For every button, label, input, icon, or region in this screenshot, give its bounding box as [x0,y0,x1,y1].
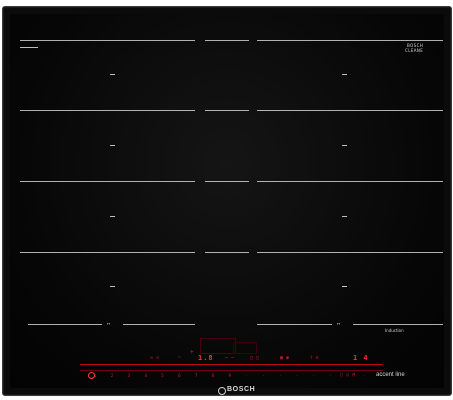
zone-3-left[interactable] [110,216,115,217]
zone-line [205,252,249,253]
control-icon[interactable]: ⌒ [178,355,181,361]
control-icon[interactable]: ─ ─ [225,355,234,361]
flex-zone-icon: ↔ [107,321,111,326]
bosch-logo-icon [218,387,226,395]
control-icon[interactable]: ⌇ ≡ [310,355,318,361]
display-frame [200,338,236,354]
power-icon[interactable] [88,372,95,379]
center-readout: 1.8 [198,354,214,362]
zone-1-left[interactable] [110,74,115,75]
display-frame [233,342,257,354]
control-icon[interactable]: ▢ ▢ ◔ [340,372,355,378]
corner-brand-line2: CLEANE [405,48,424,53]
zone-line [205,40,249,41]
control-icon[interactable]: ▣ ◉ [280,355,289,361]
zone-1-right[interactable] [342,74,347,75]
corner-brand: BOSCH CLEANE [405,43,423,53]
zone-line [20,110,195,111]
flex-line-right-a [257,324,332,325]
flex-line-left-b [123,324,195,325]
right-readout: 1 4 [353,354,369,362]
zone-line [205,110,249,111]
zone-2-left[interactable] [110,145,115,146]
flex-line-right-b [353,324,443,325]
induction-label: Induction [385,328,404,333]
zone-2-right[interactable] [342,145,347,146]
zone-line [20,40,195,41]
slider-track-lower [80,370,383,371]
zone-line [20,181,195,182]
zone-line [205,181,249,182]
zone-3-right[interactable] [342,216,347,217]
top-left-mark [20,47,38,48]
accent-line-label: accent line [376,372,405,378]
zone-4-right[interactable] [342,286,347,287]
control-icon[interactable]: ≈ ≈ [150,355,159,361]
flex-zone-icon: ↔ [337,321,341,326]
brand-name: BOSCH [227,386,256,393]
control-icon[interactable]: + [190,349,194,356]
cooktop-frame: BOSCH CLEANE ↔ ↔ Induction ≈ ≈ ⌒ + 1.8 ─… [2,6,452,396]
zone-line [257,252,443,253]
zone-line [257,40,443,41]
slider-track[interactable] [80,364,383,365]
control-icon[interactable]: □ □ [250,355,259,361]
zone-line [257,181,443,182]
zone-4-left[interactable] [110,286,115,287]
cooktop-glass: BOSCH CLEANE ↔ ↔ Induction ≈ ≈ ⌒ + 1.8 ─… [10,14,444,395]
zone-line [257,110,443,111]
flex-line-left-a [28,324,102,325]
zone-line [20,252,195,253]
